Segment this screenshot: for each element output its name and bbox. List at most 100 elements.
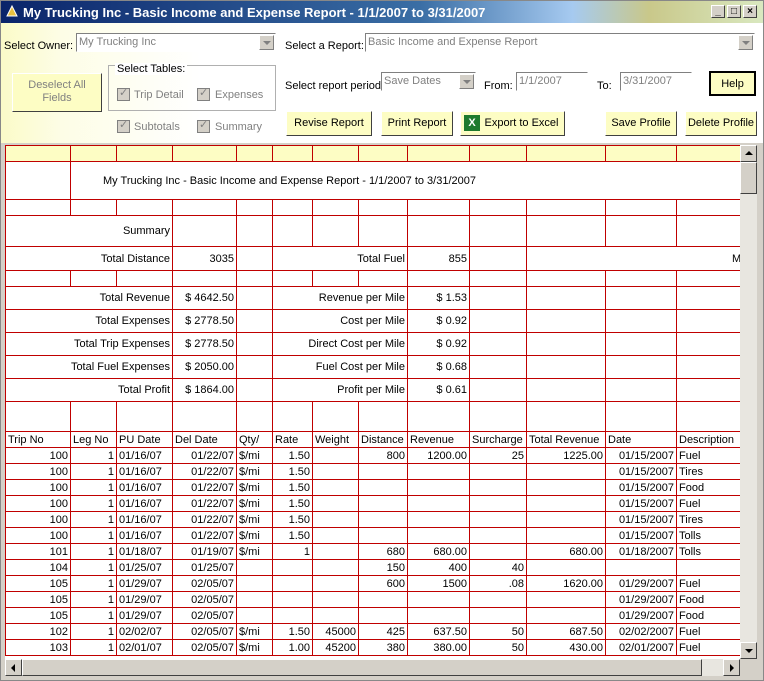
empty-cell bbox=[236, 286, 273, 310]
empty-cell bbox=[526, 378, 606, 402]
vertical-scroll-thumb[interactable] bbox=[740, 162, 757, 194]
subtotals-checkbox[interactable] bbox=[117, 118, 130, 133]
table-cell bbox=[526, 559, 606, 576]
table-cell bbox=[407, 463, 470, 480]
column-header[interactable]: Rate bbox=[272, 431, 313, 448]
column-header[interactable]: Surcharge bbox=[469, 431, 527, 448]
table-cell: 01/15/2007 bbox=[605, 447, 677, 464]
owner-select[interactable]: My Trucking Inc bbox=[76, 33, 276, 52]
column-header[interactable]: Qty/ bbox=[236, 431, 273, 448]
maximize-button[interactable]: □ bbox=[727, 5, 741, 18]
table-row[interactable]: 105 1 01/29/07 02/05/07 600 1500.08 1620.00 01/… bbox=[5, 575, 740, 592]
report-grid[interactable]: My Trucking Inc - Basic Income and Expen… bbox=[5, 145, 740, 659]
summary-metric-label: Total Profit bbox=[5, 378, 173, 402]
table-cell: $/mi bbox=[236, 543, 273, 560]
column-header[interactable]: Revenue bbox=[407, 431, 470, 448]
table-row[interactable]: 101 1 01/18/07 01/19/07 $/mi 1 680 680.00 680.00… bbox=[5, 543, 740, 560]
table-cell: 400 bbox=[407, 559, 470, 576]
table-cell: 01/15/2007 bbox=[605, 479, 677, 496]
minimize-button[interactable]: _ bbox=[711, 5, 725, 18]
column-header[interactable]: Trip No bbox=[5, 431, 71, 448]
column-header[interactable]: Del Date bbox=[172, 431, 237, 448]
table-cell: Tolls bbox=[676, 543, 740, 560]
table-cell bbox=[236, 575, 273, 592]
horizontal-scroll-thumb[interactable] bbox=[22, 659, 702, 676]
save-profile-button[interactable]: Save Profile bbox=[605, 111, 677, 136]
summary-ratio-value: $ 0.92 bbox=[407, 309, 470, 333]
table-row[interactable]: 100 1 01/16/07 01/22/07 $/mi 1.50 01/15/2007 Ti… bbox=[5, 463, 740, 480]
table-row[interactable]: 100 1 01/16/07 01/22/07 $/mi 1.50 01/15/2007 Fo… bbox=[5, 479, 740, 496]
column-header[interactable]: Description bbox=[676, 431, 740, 448]
export-to-excel-button[interactable]: X Export to Excel bbox=[460, 111, 565, 136]
from-date-field[interactable]: 1/1/2007 bbox=[516, 72, 588, 91]
column-header[interactable]: Weight bbox=[312, 431, 359, 448]
column-header[interactable]: PU Date bbox=[116, 431, 173, 448]
scroll-right-button[interactable] bbox=[723, 659, 740, 676]
empty-cell bbox=[236, 378, 273, 402]
column-header[interactable]: Total Revenue bbox=[526, 431, 606, 448]
total-distance-value: 3035 bbox=[172, 246, 237, 271]
help-button[interactable]: Help bbox=[709, 71, 756, 96]
table-cell: 1.00 bbox=[272, 639, 313, 656]
trip-detail-label: Trip Detail bbox=[134, 89, 184, 101]
table-cell bbox=[358, 607, 408, 624]
table-cell: 40 bbox=[469, 559, 527, 576]
revise-report-button[interactable]: Revise Report bbox=[286, 111, 372, 136]
table-row[interactable]: 100 1 01/16/07 01/22/07 $/mi 1.50 800 1200.00 25… bbox=[5, 447, 740, 464]
close-button[interactable]: × bbox=[743, 5, 757, 18]
table-cell bbox=[407, 607, 470, 624]
empty-cell bbox=[605, 309, 677, 333]
horizontal-scrollbar[interactable] bbox=[5, 659, 740, 676]
trip-detail-checkbox[interactable] bbox=[117, 86, 130, 101]
scroll-left-button[interactable] bbox=[5, 659, 22, 676]
to-date-field[interactable]: 3/31/2007 bbox=[620, 72, 692, 91]
table-cell: 101 bbox=[5, 543, 71, 560]
table-cell bbox=[358, 527, 408, 544]
column-header[interactable]: Distance bbox=[358, 431, 408, 448]
delete-profile-button[interactable]: Delete Profile bbox=[685, 111, 757, 136]
column-header[interactable]: Date bbox=[605, 431, 677, 448]
report-title: My Trucking Inc - Basic Income and Expen… bbox=[70, 161, 740, 200]
table-row[interactable]: 100 1 01/16/07 01/22/07 $/mi 1.50 01/15/2007 Fu… bbox=[5, 495, 740, 512]
vertical-scrollbar[interactable] bbox=[740, 145, 757, 659]
chevron-down-icon[interactable] bbox=[738, 35, 753, 50]
table-cell bbox=[407, 591, 470, 608]
chevron-down-icon[interactable] bbox=[459, 74, 474, 89]
table-cell: $/mi bbox=[236, 511, 273, 528]
table-cell: 800 bbox=[358, 447, 408, 464]
report-select[interactable]: Basic Income and Expense Report bbox=[365, 33, 755, 52]
column-header[interactable]: Leg No bbox=[70, 431, 117, 448]
summary-metric-label: Total Expenses bbox=[5, 309, 173, 333]
table-row[interactable]: 100 1 01/16/07 01/22/07 $/mi 1.50 01/15/2007 To… bbox=[5, 527, 740, 544]
chevron-down-icon[interactable] bbox=[259, 35, 274, 50]
scroll-up-button[interactable] bbox=[740, 145, 757, 162]
table-cell: 01/29/2007 bbox=[605, 575, 677, 592]
table-cell: 02/05/07 bbox=[172, 575, 237, 592]
summary-row: Total Revenue $ 4642.50 Revenue per Mile $ … bbox=[5, 286, 740, 310]
table-row[interactable]: 100 1 01/16/07 01/22/07 $/mi 1.50 01/15/2007 Ti… bbox=[5, 511, 740, 528]
table-cell bbox=[312, 495, 359, 512]
deselect-all-fields-button[interactable]: Deselect All Fields bbox=[12, 73, 102, 112]
table-row[interactable]: 103 1 02/01/07 02/05/07 $/mi 1.00 45200 380 380.… bbox=[5, 639, 740, 656]
summary-ratio-label: Revenue per Mile bbox=[272, 286, 408, 310]
expenses-checkbox[interactable] bbox=[197, 86, 210, 101]
table-row[interactable]: 104 1 01/25/07 01/25/07 150 400 40 bbox=[5, 559, 740, 576]
print-report-button[interactable]: Print Report bbox=[381, 111, 453, 136]
table-row[interactable]: 105 1 01/29/07 02/05/07 01/29/2007 Food bbox=[5, 591, 740, 608]
table-cell: 02/05/07 bbox=[172, 591, 237, 608]
summary-metric-value: $ 2778.50 bbox=[172, 332, 237, 356]
scroll-down-button[interactable] bbox=[740, 642, 757, 659]
empty-cell bbox=[236, 401, 273, 432]
table-cell: 1225.00 bbox=[526, 447, 606, 464]
controls-panel: Select Owner: My Trucking Inc Select a R… bbox=[1, 23, 763, 143]
period-select[interactable]: Save Dates bbox=[381, 72, 476, 91]
summary-ratio-label: Direct Cost per Mile bbox=[272, 332, 408, 356]
table-cell: 01/29/2007 bbox=[605, 591, 677, 608]
table-row[interactable]: 105 1 01/29/07 02/05/07 01/29/2007 Food bbox=[5, 607, 740, 624]
table-row[interactable]: 102 1 02/02/07 02/05/07 $/mi 1.50 45000 425 637.… bbox=[5, 623, 740, 640]
empty-cell bbox=[358, 401, 408, 432]
table-cell: $/mi bbox=[236, 479, 273, 496]
table-cell: 1 bbox=[70, 527, 117, 544]
summary-checkbox[interactable] bbox=[197, 118, 210, 133]
table-cell: 637.50 bbox=[407, 623, 470, 640]
